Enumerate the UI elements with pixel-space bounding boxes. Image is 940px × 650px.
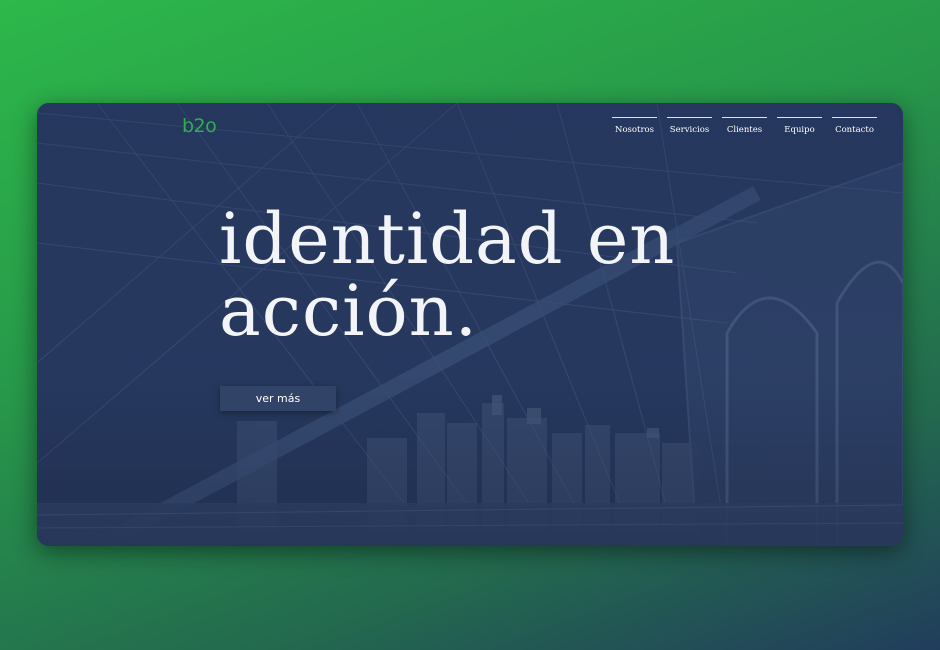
nav-item-contacto[interactable]: Contacto — [832, 117, 877, 135]
nav-item-servicios[interactable]: Servicios — [667, 117, 712, 135]
nav-item-clientes[interactable]: Clientes — [722, 117, 767, 135]
main-nav: Nosotros Servicios Clientes Equipo Conta… — [612, 117, 877, 135]
ver-mas-button[interactable]: ver más — [220, 386, 336, 411]
browser-window: b2o Nosotros Servicios Clientes Equipo C… — [37, 103, 903, 546]
hero-headline-line-1: identidad en — [219, 198, 676, 280]
hero-headline: identidad en acción. — [219, 203, 675, 347]
brand-logo[interactable]: b2o — [182, 115, 217, 137]
nav-item-equipo[interactable]: Equipo — [777, 117, 822, 135]
nav-item-nosotros[interactable]: Nosotros — [612, 117, 657, 135]
hero-headline-line-2: acción. — [219, 270, 479, 352]
